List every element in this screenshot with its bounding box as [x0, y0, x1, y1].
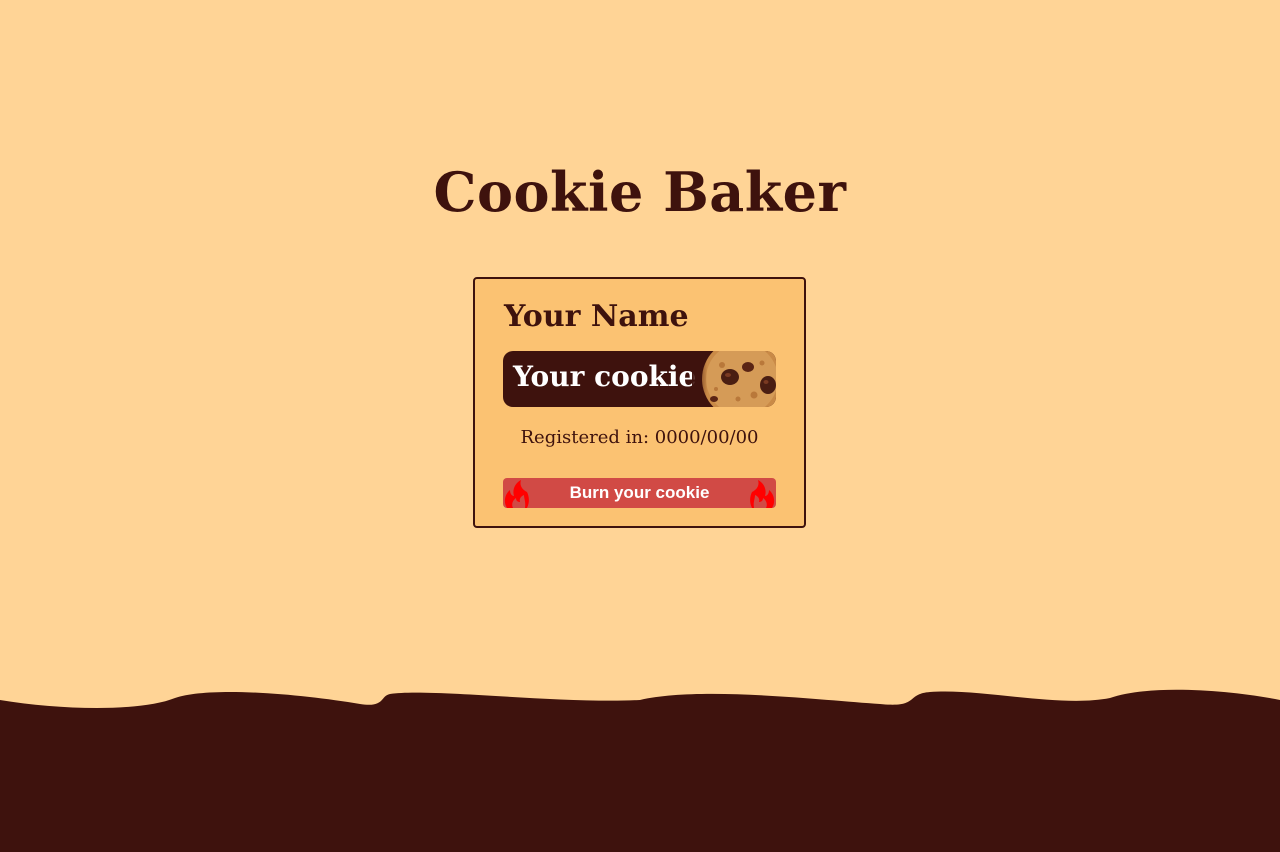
- cookie-image: [692, 351, 776, 407]
- cookie-label: Your cookie: [513, 360, 697, 393]
- profile-card: Your Name Your cookie Registered in: 000…: [473, 277, 806, 528]
- user-name: Your Name: [504, 299, 689, 334]
- burn-cookie-button[interactable]: Burn your cookie: [503, 478, 776, 508]
- page: Cookie Baker Your Name Your cookie Regis…: [0, 0, 1280, 852]
- cookie-badge: Your cookie: [503, 351, 776, 407]
- flame-icon: [750, 480, 775, 508]
- page-title: Cookie Baker: [433, 160, 847, 224]
- chocolate-ground: [0, 689, 1280, 852]
- registration-date: Registered in: 0000/00/00: [520, 427, 759, 448]
- burn-cookie-label: Burn your cookie: [569, 483, 710, 502]
